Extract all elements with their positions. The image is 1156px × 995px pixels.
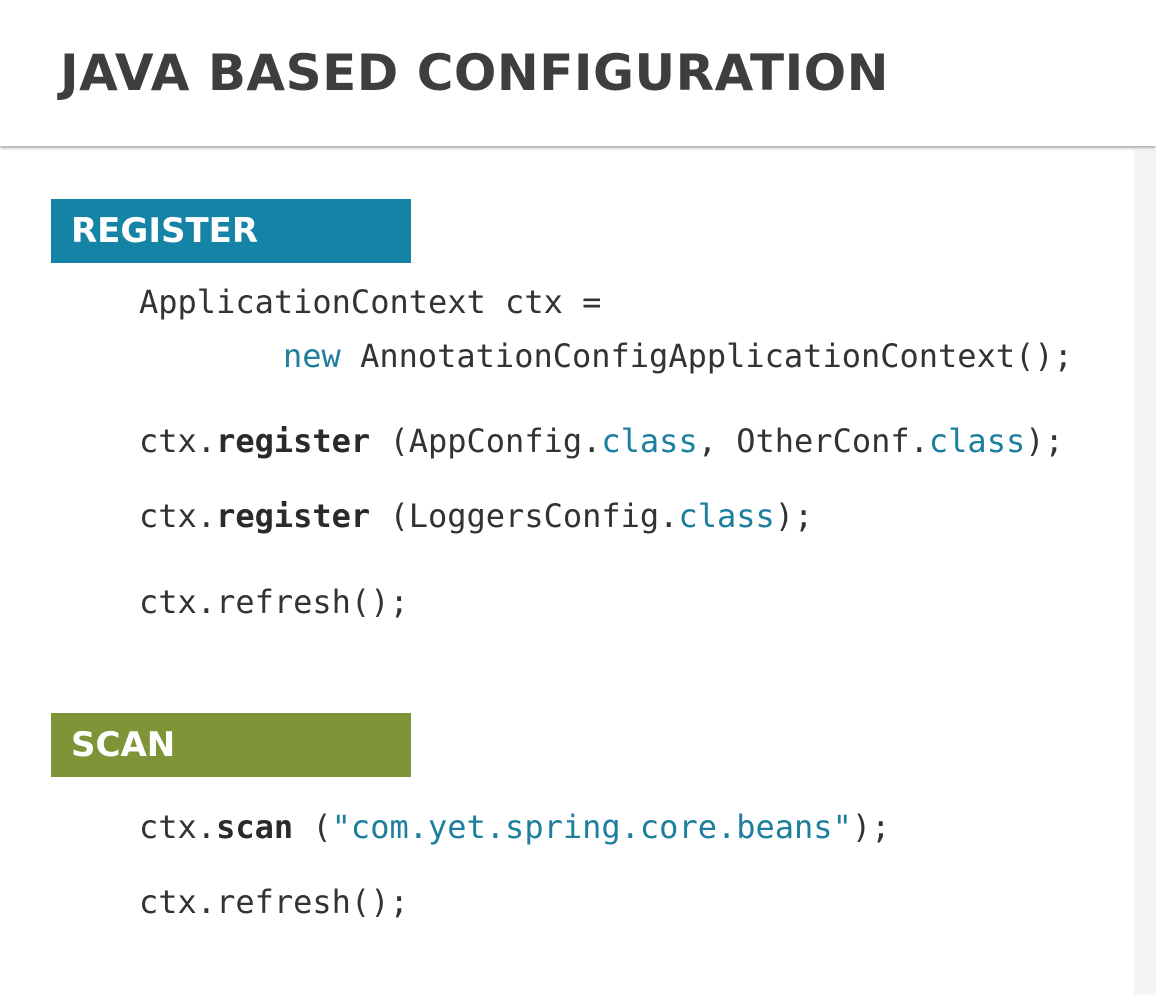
code-object: ctx. bbox=[139, 808, 217, 846]
code-text: ( bbox=[293, 808, 332, 846]
keyword-new: new bbox=[283, 337, 341, 375]
code-line-refresh: ctx.refresh(); bbox=[139, 580, 409, 624]
code-line-register-appconfig: ctx.register (AppConfig.class, OtherConf… bbox=[139, 419, 1064, 463]
code-object: ctx. bbox=[139, 422, 217, 460]
code-line-refresh: ctx.refresh(); bbox=[139, 880, 409, 924]
slide-title: JAVA BASED CONFIGURATION bbox=[60, 44, 890, 102]
register-section-label: REGISTER bbox=[51, 199, 411, 263]
code-text: ctx.refresh(); bbox=[139, 583, 409, 621]
method-register: register bbox=[216, 422, 371, 460]
code-text: ctx.refresh(); bbox=[139, 883, 409, 921]
code-text: ); bbox=[851, 808, 891, 846]
code-text: (LoggersConfig. bbox=[370, 497, 679, 535]
scan-section-label: SCAN bbox=[51, 713, 411, 777]
keyword-class: class bbox=[928, 422, 1026, 460]
string-package-name: "com.yet.spring.core.beans" bbox=[331, 808, 852, 846]
code-line-scan: ctx.scan ("com.yet.spring.core.beans"); bbox=[139, 805, 890, 849]
code-line-context-declaration: ApplicationContext ctx = bbox=[139, 280, 601, 324]
method-scan: scan bbox=[216, 808, 294, 846]
right-edge-strip bbox=[1134, 150, 1156, 995]
code-text: AnnotationConfigApplicationContext(); bbox=[340, 337, 1073, 375]
code-text: ); bbox=[1025, 422, 1064, 460]
code-text: , OtherConf. bbox=[697, 422, 929, 460]
code-text: ); bbox=[774, 497, 814, 535]
keyword-class: class bbox=[678, 497, 775, 535]
code-object: ctx. bbox=[139, 497, 217, 535]
code-text: (AppConfig. bbox=[370, 422, 602, 460]
slide-header: JAVA BASED CONFIGURATION bbox=[0, 0, 1156, 146]
keyword-class: class bbox=[601, 422, 698, 460]
method-register: register bbox=[216, 497, 371, 535]
code-text: ApplicationContext ctx = bbox=[139, 283, 602, 321]
code-line-context-instantiation: new AnnotationConfigApplicationContext()… bbox=[283, 334, 1073, 378]
code-line-register-loggersconfig: ctx.register (LoggersConfig.class); bbox=[139, 494, 813, 538]
